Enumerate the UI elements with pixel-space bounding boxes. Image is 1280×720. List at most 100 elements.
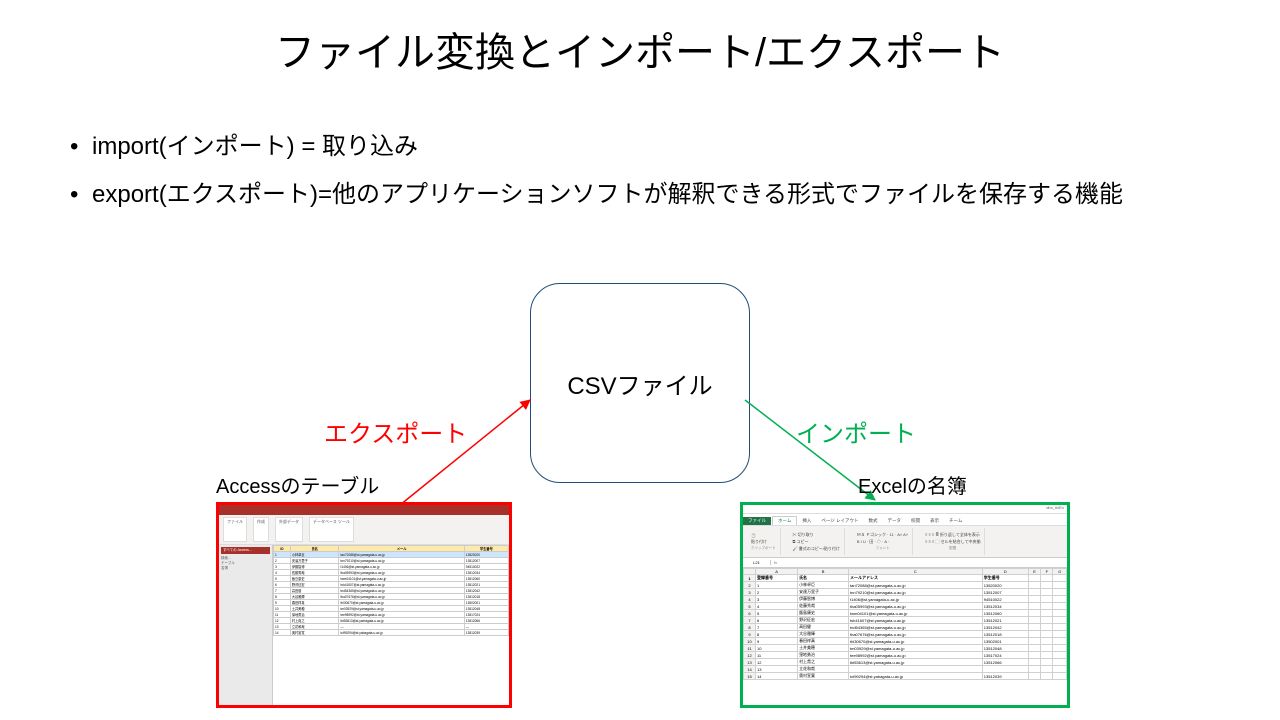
access-nav-title: すべての Access… (221, 547, 270, 554)
excel-row: 87高田健tnd54365@st.yamagata-u.ac.jp1351204… (744, 624, 1067, 631)
excel-tab: 挿入 (797, 517, 816, 525)
excel-cell: 6 (756, 617, 798, 624)
excel-empty-cell (1028, 575, 1041, 582)
excel-empty-cell (1041, 666, 1053, 673)
excel-empty-cell (1053, 645, 1067, 652)
excel-cell: tm03929@st.yamagata-u.ac.jp (848, 645, 982, 652)
excel-cell: 13 (756, 666, 798, 673)
fx-icon: fx (771, 560, 780, 565)
excel-empty-cell (1041, 631, 1053, 638)
excel-row: 1514奥村宣寛tcf99294@st.yabagata-u.ac.jp1351… (744, 673, 1067, 680)
excel-empty-cell (1041, 645, 1053, 652)
clipboard-group-label: クリップボード (751, 546, 776, 551)
excel-clipboard-group: 📋 貼り付け クリップボード (747, 528, 781, 555)
excel-tab: 数式 (864, 517, 883, 525)
excel-cell: tee98992@st.yamagata-u.ac.jp (848, 652, 982, 659)
excel-cell: 94510022 (982, 596, 1028, 603)
excel-cell: 小林卓巨 (798, 582, 849, 589)
excel-empty-cell (1028, 603, 1041, 610)
excel-caption: Excelの名簿 (858, 470, 967, 499)
excel-cell (982, 666, 1028, 673)
excel-empty-cell (1028, 645, 1041, 652)
export-label: エクスポート (324, 414, 467, 449)
excel-empty-cell (1041, 610, 1053, 617)
excel-row-number: 5 (744, 603, 756, 610)
excel-row: 65飯島康史twm04101@st.yamagata-u.ac.jp135120… (744, 610, 1067, 617)
excel-row-number: 14 (744, 666, 756, 673)
excel-row-number: 11 (744, 645, 756, 652)
excel-tabbar: ファイル ホーム 挿入 ページ レイアウト 数式 データ 校閲 表示 チーム (743, 514, 1067, 526)
font-group-label: フォント (857, 546, 908, 551)
access-cell: 13512039 (464, 630, 508, 636)
excel-row-number: 13 (744, 659, 756, 666)
excel-empty-cell (1028, 624, 1041, 631)
excel-empty-cell (1053, 666, 1067, 673)
access-caption: Accessのテーブル (216, 470, 379, 499)
excel-cell: 8 (756, 631, 798, 638)
excel-empty-cell (1041, 659, 1053, 666)
excel-cell: tnd54365@st.yamagata-u.ac.jp (848, 624, 982, 631)
excel-cell: 13512039 (982, 673, 1028, 680)
excel-empty-cell (1041, 603, 1053, 610)
excel-empty-cell (1028, 596, 1041, 603)
excel-row-number: 10 (744, 638, 756, 645)
excel-cell: tkt53613@st.yamagata-u.ac.jp (848, 659, 982, 666)
excel-cell: 佐藤秀哉 (798, 603, 849, 610)
excel-cell: 13512042 (982, 624, 1028, 631)
excel-empty-cell (1028, 582, 1041, 589)
excel-empty-cell (1053, 638, 1067, 645)
excel-cell: tan72088@st.yamagata-u.ac.jp (848, 582, 982, 589)
excel-cell: 春田祥真 (798, 638, 849, 645)
excel-header-cell: メールアドレス (848, 575, 982, 582)
excel-empty-cell (1028, 589, 1041, 596)
excel-empty-cell (1053, 610, 1067, 617)
excel-clipboard-side: ✂ 切り取り ⧉ コピー 🖌 書式のコピー/貼り付け (789, 528, 845, 555)
excel-empty-cell (1053, 659, 1067, 666)
wrap-label: 折り返して全体を表示 (940, 532, 980, 537)
format-painter-label: 書式のコピー/貼り付け (799, 546, 840, 551)
excel-file-tab: ファイル (743, 517, 771, 525)
excel-cell: 13517024 (982, 652, 1028, 659)
excel-cell: 高田健 (798, 624, 849, 631)
excel-cell: 12 (756, 659, 798, 666)
excel-row: 1312村上貴之tkt53613@st.yamagata-u.ac.jp1351… (744, 659, 1067, 666)
copy-label: コピー (796, 539, 808, 544)
excel-row-number: 6 (744, 610, 756, 617)
excel-row-number: 3 (744, 589, 756, 596)
excel-cell: 伊藤智博 (798, 596, 849, 603)
excel-cell: 野沢征宏 (798, 617, 849, 624)
excel-font-group: ＭＳ Ｐゴシック · 11 · A˄ A˅ B I U · 田 · ◇ · A … (853, 528, 913, 555)
excel-cell: 14 (756, 673, 798, 680)
excel-align-group: ≡ ≡ ≡ ≣ 折り返して全体を表示 ≡ ≡ ≡ ⬚ セルを結合して中央揃 配置 (921, 528, 985, 555)
access-datasheet: ID氏名メール学生番号1小林卓巨tan72088@st.yamagata-u.a… (273, 545, 509, 705)
excel-cell: 大谷雅輝 (798, 631, 849, 638)
excel-empty-cell (1028, 631, 1041, 638)
excel-empty-cell (1041, 673, 1053, 680)
access-ribbon-tab: 外部データ (275, 517, 303, 542)
excel-cell: twm04101@st.yamagata-u.ac.jp (848, 610, 982, 617)
merge-label: セルを結合して中央揃 (941, 539, 981, 544)
excel-row: 98大谷雅輝tha07676@st.yamagata-u.ac.jp135120… (744, 631, 1067, 638)
font-name: ＭＳ Ｐゴシック (857, 532, 886, 537)
excel-namebox: L21 (743, 560, 771, 565)
excel-empty-cell (1053, 582, 1067, 589)
excel-empty-cell (1041, 582, 1053, 589)
excel-empty-cell (1041, 617, 1053, 624)
excel-row-number: 9 (744, 631, 756, 638)
excel-cell: tha07676@st.yamagata-u.ac.jp (848, 631, 982, 638)
import-arrow (0, 0, 1280, 720)
import-label: インポート (796, 414, 916, 449)
excel-cell: 安達万里子 (798, 589, 849, 596)
excel-tab: チーム (944, 517, 967, 525)
excel-cell: 立花和哉 (798, 666, 849, 673)
excel-cell: tsh41607@st.yamagata-u.ac.jp (848, 617, 982, 624)
excel-empty-cell (1053, 589, 1067, 596)
excel-cell: t1406@st.yamagata-u.ac.jp (848, 596, 982, 603)
excel-cell: 7 (756, 624, 798, 631)
excel-header-cell: 登録番号 (756, 575, 798, 582)
excel-empty-cell (1041, 638, 1053, 645)
access-screenshot: ファイル 作成 外部データ データベース ツール すべての Access… 検索… (216, 502, 512, 708)
excel-cell: 13512007 (982, 589, 1028, 596)
excel-tab: 表示 (925, 517, 944, 525)
excel-cell: 窪地勇治 (798, 652, 849, 659)
